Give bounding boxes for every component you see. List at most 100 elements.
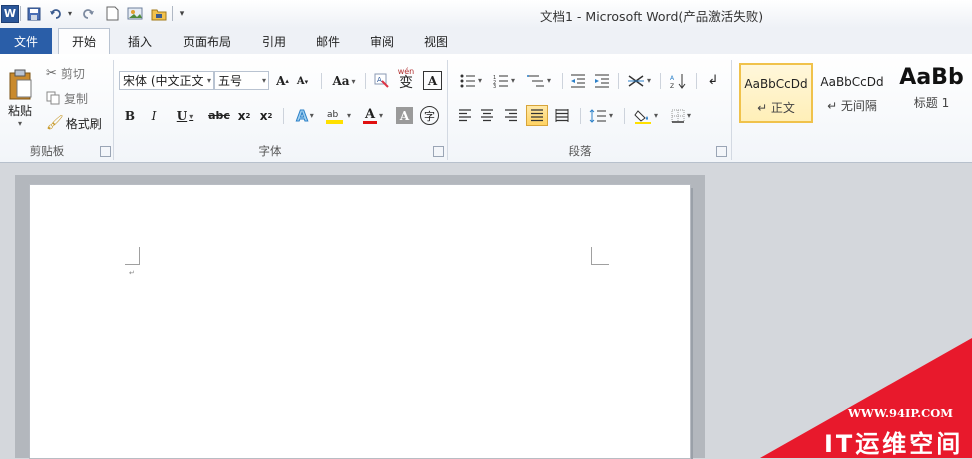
copy-button[interactable]: 复制 [46, 89, 88, 107]
svg-text:A: A [377, 76, 382, 84]
italic-button[interactable]: I [145, 106, 163, 125]
chevron-down-icon: ▾ [17, 119, 22, 128]
style-name: ↵ 无间隔 [827, 99, 877, 113]
page-frame [15, 185, 30, 458]
show-marks-button[interactable]: ↲ [702, 71, 724, 90]
bold-label: B [124, 108, 136, 123]
align-center-button[interactable] [478, 106, 496, 125]
paste-button[interactable]: 粘贴 ▾ [4, 58, 36, 138]
phonetic-guide-button[interactable]: wén 变 [395, 68, 417, 91]
copy-icon [46, 91, 60, 105]
distributed-button[interactable] [553, 106, 571, 125]
chevron-down-icon: ▾ [351, 75, 356, 86]
superscript-button[interactable]: x2 [257, 106, 275, 125]
style-no-spacing[interactable]: AaBbCcDd ↵ 无间隔 [815, 63, 889, 123]
bullets-button[interactable]: ▾ [456, 71, 486, 90]
underline-label: U [176, 108, 188, 123]
subscript-button[interactable]: x2 [235, 106, 253, 125]
paragraph-dialog-launcher-icon[interactable] [716, 146, 727, 157]
decrease-indent-button[interactable] [568, 71, 588, 90]
font-group-label: 字体 [258, 144, 282, 158]
align-left-icon [459, 109, 471, 122]
align-left-button[interactable] [456, 106, 474, 125]
save-icon[interactable] [26, 5, 42, 22]
copy-label: 复制 [64, 91, 89, 106]
tab-page-layout[interactable]: 页面布局 [176, 28, 238, 54]
grow-font-label: A [276, 73, 286, 88]
divider [283, 108, 284, 124]
tab-home[interactable]: 开始 [58, 28, 110, 54]
clear-formatting-icon: A [374, 73, 389, 88]
borders-button[interactable]: ▾ [666, 106, 696, 125]
strikethrough-button[interactable]: abc [206, 106, 232, 125]
document-page[interactable]: ↵ [30, 185, 690, 458]
ribbon-tabs: 文件 开始 插入 页面布局 引用 邮件 审阅 视图 [0, 28, 972, 55]
grow-font-button[interactable]: A ▴ [274, 71, 291, 90]
style-name: ↵ 正文 [757, 101, 795, 115]
font-name-combo[interactable]: 宋体 (中文正文 ▾ [119, 71, 214, 90]
align-right-button[interactable] [502, 106, 520, 125]
enclose-characters-button[interactable]: 字 [420, 106, 439, 125]
increase-indent-button[interactable] [592, 71, 612, 90]
tab-references[interactable]: 引用 [254, 28, 294, 54]
cut-button[interactable]: ✂ 剪切 [46, 64, 85, 82]
redo-icon[interactable] [80, 5, 96, 22]
change-case-button[interactable]: Aa ▾ [329, 71, 359, 90]
sort-button[interactable]: AZ [666, 71, 690, 90]
change-case-label: Aa [332, 73, 350, 88]
tab-mailings[interactable]: 邮件 [308, 28, 348, 54]
svg-text:ab: ab [327, 110, 339, 120]
font-dialog-launcher-icon[interactable] [433, 146, 444, 157]
line-spacing-button[interactable]: ▾ [586, 106, 616, 125]
font-size-value: 五号 [218, 74, 243, 88]
svg-text:Z: Z [670, 83, 674, 89]
folder-icon[interactable] [150, 5, 168, 22]
chevron-down-icon: ▾ [686, 111, 691, 120]
format-painter-label: 格式刷 [65, 116, 102, 131]
tab-view[interactable]: 视图 [416, 28, 456, 54]
paste-label: 粘贴 [7, 104, 32, 118]
character-border-button[interactable]: A [423, 71, 442, 90]
style-normal[interactable]: AaBbCcDd ↵ 正文 [739, 63, 813, 123]
numbered-list-icon: 123 [493, 75, 508, 88]
font-color-button[interactable]: A ▾ [358, 106, 388, 125]
font-color-swatch [362, 120, 377, 124]
chevron-down-icon: ▾ [510, 76, 515, 85]
tab-review[interactable]: 审阅 [362, 28, 402, 54]
character-shading-button[interactable]: A [396, 107, 413, 124]
highlight-button[interactable]: ab ▾ [322, 106, 354, 125]
image-icon[interactable] [126, 5, 144, 22]
chevron-down-icon: ▾ [546, 76, 551, 85]
customize-dropdown-icon[interactable]: ▾ [177, 5, 187, 22]
character-border-label: A [427, 73, 438, 88]
increase-indent-icon [595, 74, 609, 87]
font-color-label: A [364, 106, 376, 122]
divider [562, 73, 563, 89]
divider [172, 6, 173, 21]
bullet-list-icon [460, 74, 475, 87]
new-document-icon[interactable] [104, 5, 120, 22]
word-icon[interactable]: W [1, 4, 19, 23]
watermark-url: WWW.94IP.COM [848, 406, 953, 420]
clipboard-group-label: 剪贴板 [29, 144, 65, 158]
margin-corner-mark [591, 247, 609, 265]
group-divider [731, 60, 732, 160]
tab-insert[interactable]: 插入 [120, 28, 160, 54]
undo-icon[interactable] [48, 5, 64, 22]
chinese-layout-button[interactable]: ▾ [624, 71, 654, 90]
font-size-combo[interactable]: 五号 ▾ [214, 71, 269, 90]
multilevel-list-button[interactable]: ▾ [523, 71, 555, 90]
numbering-button[interactable]: 1 2 3 ▾ [489, 71, 519, 90]
bold-button[interactable]: B [121, 106, 139, 125]
clipboard-dialog-launcher-icon[interactable] [100, 146, 111, 157]
tab-file[interactable]: 文件 [0, 28, 52, 54]
shrink-font-button[interactable]: A ▾ [294, 73, 311, 90]
undo-dropdown-icon[interactable]: ▾ [66, 5, 74, 22]
underline-button[interactable]: U ▾ [170, 106, 200, 125]
clear-formatting-button[interactable]: A [371, 71, 391, 90]
text-effects-button[interactable]: A ▾ [290, 106, 320, 125]
justify-button[interactable] [526, 105, 548, 126]
style-heading-1[interactable]: AaBb 标题 1 [891, 63, 972, 123]
shading-button[interactable]: ▾ [630, 106, 662, 125]
format-painter-button[interactable]: 🖌 格式刷 [46, 114, 102, 132]
